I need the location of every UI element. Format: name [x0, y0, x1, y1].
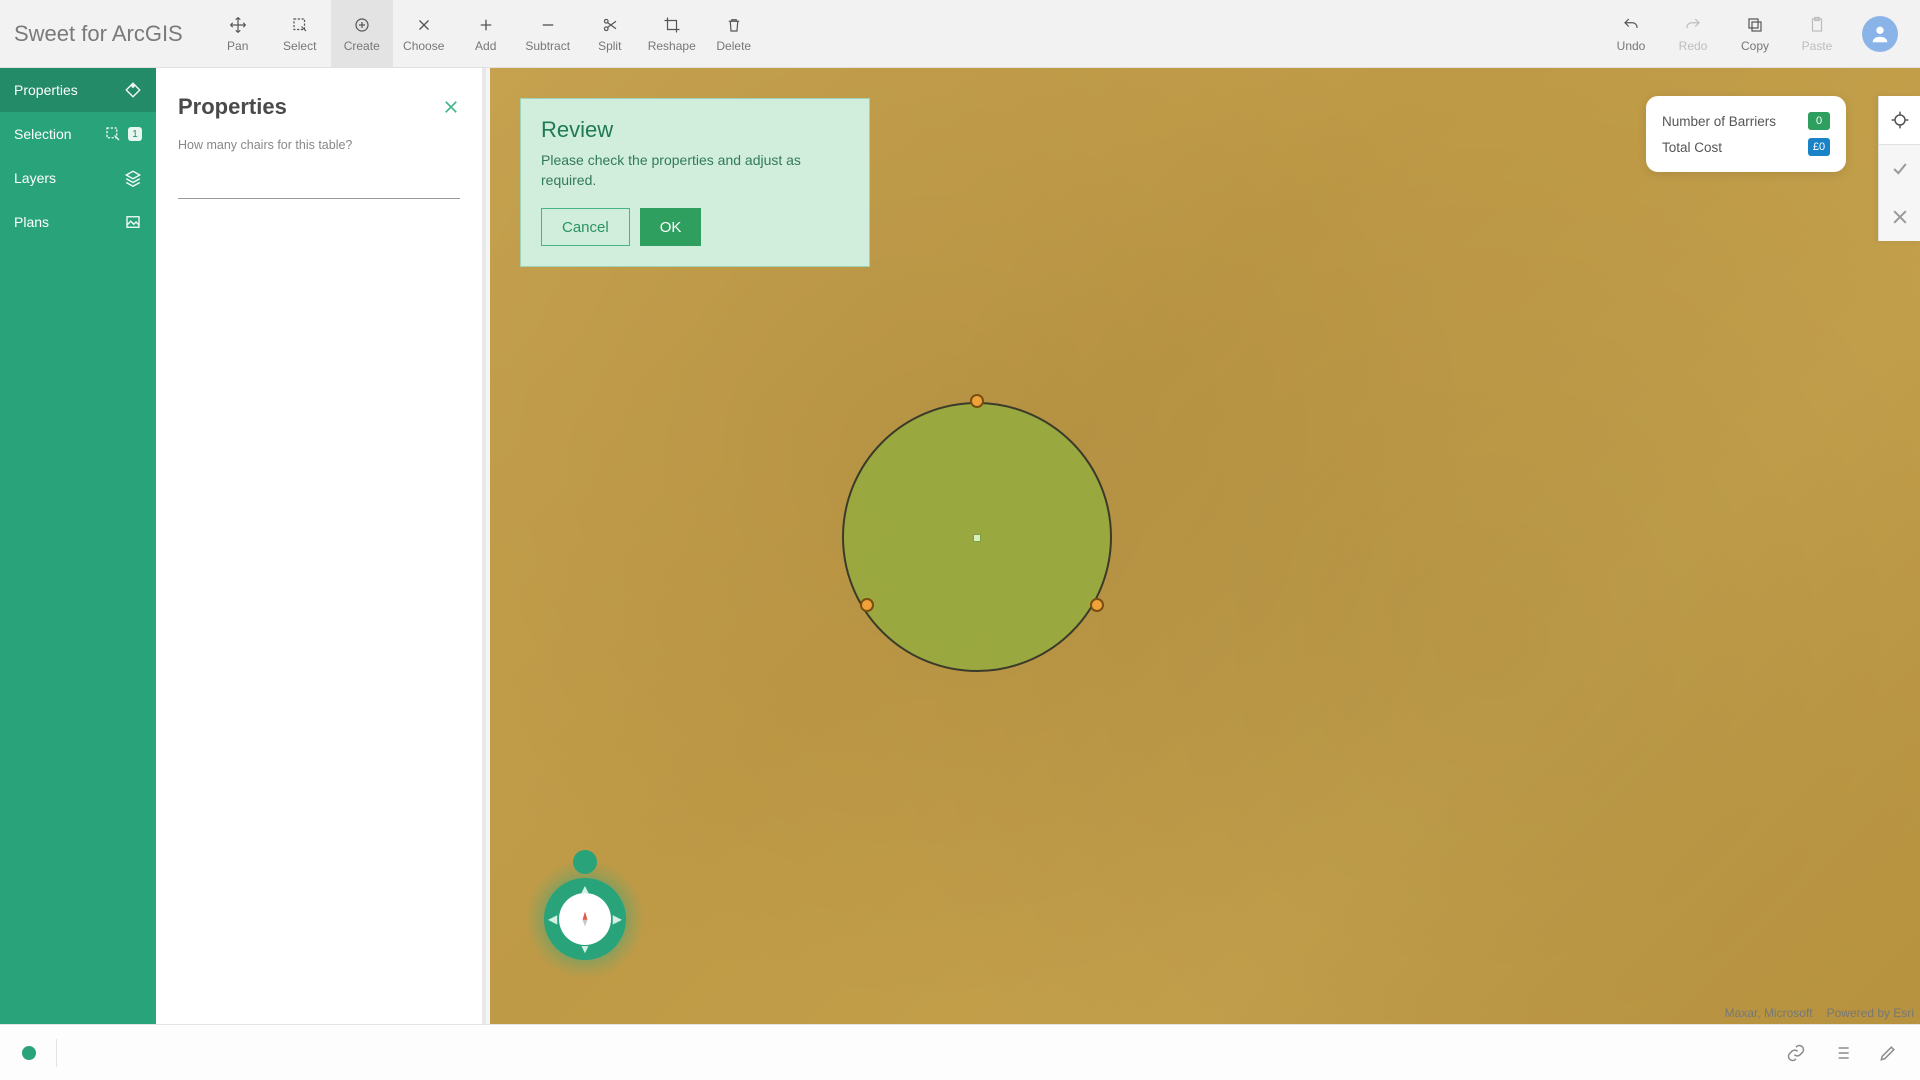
select-icon — [290, 15, 310, 35]
redo-button[interactable]: Redo — [1662, 0, 1724, 67]
paste-label: Paste — [1802, 39, 1833, 53]
field-label: How many chairs for this table? — [178, 138, 460, 152]
popover-body: Please check the properties and adjust a… — [541, 151, 849, 190]
undo-icon — [1621, 15, 1641, 35]
discard-button[interactable] — [1879, 193, 1920, 241]
list-icon[interactable] — [1832, 1043, 1852, 1063]
app-title: Sweet for ArcGIS — [0, 0, 207, 67]
move-icon — [228, 15, 248, 35]
chevron-right-icon[interactable]: ▶ — [613, 912, 622, 926]
scissors-icon — [600, 15, 620, 35]
stats-card: Number of Barriers 0 Total Cost £0 — [1646, 96, 1846, 172]
review-popover: Review Please check the properties and a… — [520, 98, 870, 267]
chairs-input[interactable] — [178, 170, 460, 199]
select-tool[interactable]: Select — [269, 0, 331, 67]
sidebar-item-plans[interactable]: Plans — [0, 200, 156, 244]
split-tool[interactable]: Split — [579, 0, 641, 67]
chevron-left-icon[interactable]: ◀ — [548, 912, 557, 926]
create-icon — [352, 15, 372, 35]
paste-icon — [1807, 15, 1827, 35]
chevron-down-icon[interactable]: ▼ — [579, 942, 591, 956]
sidebar-item-selection[interactable]: Selection 1 — [0, 112, 156, 156]
compass-widget[interactable]: ▲ ▼ ◀ ▶ — [520, 854, 650, 984]
trash-icon — [724, 15, 744, 35]
undo-label: Undo — [1617, 39, 1646, 53]
map-canvas[interactable]: Review Please check the properties and a… — [490, 68, 1920, 1024]
map-edge-toolstrip — [1878, 96, 1920, 241]
create-tool[interactable]: Create — [331, 0, 393, 67]
sidebar-item-label: Properties — [14, 82, 78, 98]
user-avatar[interactable] — [1862, 16, 1898, 52]
layers-icon — [124, 169, 142, 187]
cancel-button[interactable]: Cancel — [541, 208, 630, 246]
compass-knob[interactable] — [573, 850, 597, 874]
select-label: Select — [283, 39, 316, 53]
selection-count-badge: 1 — [128, 127, 142, 141]
top-toolbar: Sweet for ArcGIS Pan Select Create Choos… — [0, 0, 1920, 68]
pan-tool[interactable]: Pan — [207, 0, 269, 67]
plus-icon — [476, 15, 496, 35]
attrib-sources: Maxar, Microsoft — [1725, 1006, 1813, 1020]
split-label: Split — [598, 39, 621, 53]
choose-tool[interactable]: Choose — [393, 0, 455, 67]
subtract-label: Subtract — [525, 39, 570, 53]
map-attribution: Maxar, Microsoft Powered by Esri — [1725, 1006, 1914, 1020]
reshape-tool[interactable]: Reshape — [641, 0, 703, 67]
locate-button[interactable] — [1879, 96, 1920, 144]
choose-label: Choose — [403, 39, 444, 53]
create-label: Create — [344, 39, 380, 53]
confirm-button[interactable] — [1879, 145, 1920, 193]
add-label: Add — [475, 39, 496, 53]
sidebar-item-label: Layers — [14, 170, 56, 186]
stat-value: 0 — [1808, 112, 1830, 130]
vertex-handle[interactable] — [860, 598, 874, 612]
panel-title: Properties — [178, 94, 287, 120]
toolbar-right: Undo Redo Copy Paste — [1600, 0, 1920, 67]
popover-title: Review — [541, 117, 849, 143]
tag-icon — [124, 81, 142, 99]
copy-label: Copy — [1741, 39, 1769, 53]
connection-status-icon — [22, 1046, 36, 1060]
vertex-handle[interactable] — [970, 394, 984, 408]
redo-icon — [1683, 15, 1703, 35]
copy-button[interactable]: Copy — [1724, 0, 1786, 67]
selection-icon — [104, 125, 122, 143]
choose-icon — [414, 15, 434, 35]
image-icon — [124, 213, 142, 231]
attrib-powered[interactable]: Powered by Esri — [1827, 1006, 1914, 1020]
crop-icon — [662, 15, 682, 35]
status-bar — [0, 1024, 1920, 1080]
paste-button[interactable]: Paste — [1786, 0, 1848, 67]
chevron-up-icon[interactable]: ▲ — [579, 882, 591, 896]
pencil-icon[interactable] — [1878, 1043, 1898, 1063]
properties-panel: Properties How many chairs for this tabl… — [156, 68, 486, 1024]
pan-label: Pan — [227, 39, 248, 53]
copy-icon — [1745, 15, 1765, 35]
undo-button[interactable]: Undo — [1600, 0, 1662, 67]
delete-label: Delete — [716, 39, 751, 53]
sidebar-item-properties[interactable]: Properties — [0, 68, 156, 112]
compass-face[interactable] — [559, 893, 611, 945]
sidebar-item-layers[interactable]: Layers — [0, 156, 156, 200]
delete-tool[interactable]: Delete — [703, 0, 765, 67]
close-panel-button[interactable] — [442, 98, 460, 116]
stat-label: Total Cost — [1662, 140, 1722, 155]
stat-label: Number of Barriers — [1662, 114, 1776, 129]
minus-icon — [538, 15, 558, 35]
stat-value: £0 — [1808, 138, 1830, 156]
vertex-handle[interactable] — [1090, 598, 1104, 612]
center-handle[interactable] — [973, 534, 981, 542]
add-tool[interactable]: Add — [455, 0, 517, 67]
redo-label: Redo — [1679, 39, 1708, 53]
left-sidebar: Properties Selection 1 Layers Plans — [0, 68, 156, 1024]
toolbar-left: Pan Select Create Choose Add Subtract Sp… — [207, 0, 765, 67]
reshape-label: Reshape — [648, 39, 696, 53]
sidebar-item-label: Plans — [14, 214, 49, 230]
link-icon[interactable] — [1786, 1043, 1806, 1063]
ok-button[interactable]: OK — [640, 208, 702, 246]
subtract-tool[interactable]: Subtract — [517, 0, 579, 67]
sidebar-item-label: Selection — [14, 126, 72, 142]
